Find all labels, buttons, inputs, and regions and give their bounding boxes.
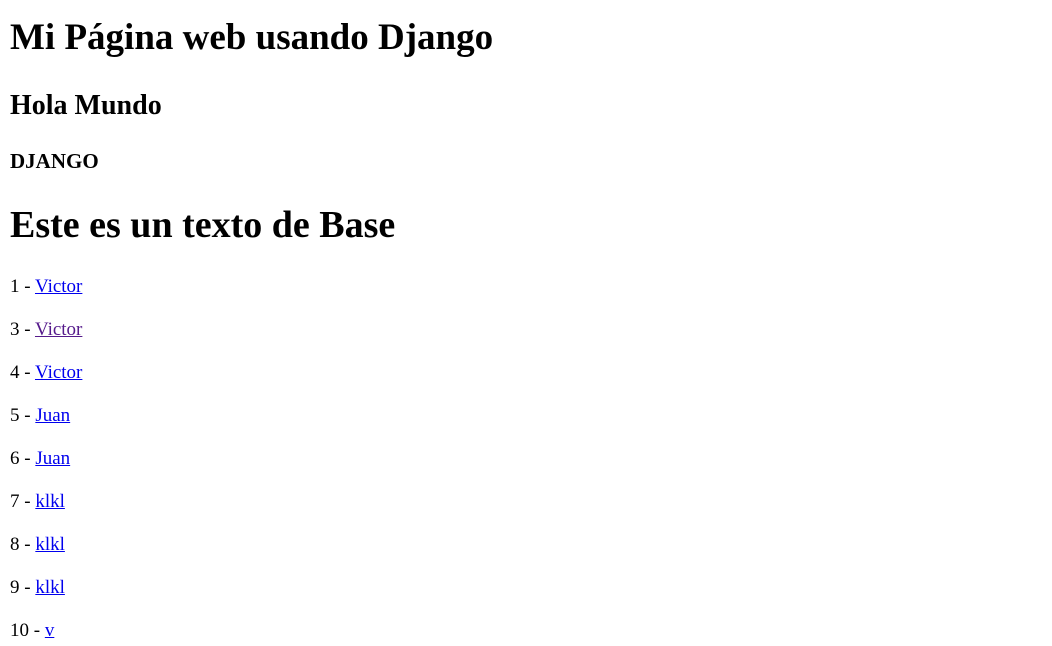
base-text-heading: Este es un texto de Base [10,204,396,246]
item-link[interactable]: Victor [35,319,82,340]
item-prefix: 3 - [10,319,35,340]
item-prefix: 10 - [10,620,45,641]
item-link[interactable]: Juan [35,448,70,469]
list-item: 9 - klkl [10,576,82,619]
item-link[interactable]: klkl [35,491,65,512]
item-prefix: 1 - [10,276,35,297]
page-title: Mi Página web usando Django [10,17,494,58]
hello-heading: Hola Mundo [10,90,162,121]
item-prefix: 9 - [10,577,36,598]
item-link[interactable]: klkl [35,534,65,555]
item-prefix: 7 - [10,491,36,512]
item-link[interactable]: Victor [35,362,82,383]
item-prefix: 4 - [10,362,35,383]
item-prefix: 8 - [10,534,36,555]
list-item: 1 - Victor [10,275,82,318]
list-item: 6 - Juan [10,447,82,490]
list-item: 5 - Juan [10,404,82,447]
item-link[interactable]: Victor [35,276,82,297]
list-item: 10 - v [10,619,82,646]
item-prefix: 5 - [10,405,36,426]
list-item: 3 - Victor [10,318,82,361]
item-link[interactable]: v [45,620,55,641]
list-item: 4 - Victor [10,361,82,404]
person-list: 1 - Victor 3 - Victor 4 - Victor 5 - Jua… [10,275,82,646]
django-heading: DJANGO [10,149,99,173]
list-item: 7 - klkl [10,490,82,533]
item-link[interactable]: klkl [35,577,65,598]
item-prefix: 6 - [10,448,36,469]
item-link[interactable]: Juan [35,405,70,426]
list-item: 8 - klkl [10,533,82,576]
